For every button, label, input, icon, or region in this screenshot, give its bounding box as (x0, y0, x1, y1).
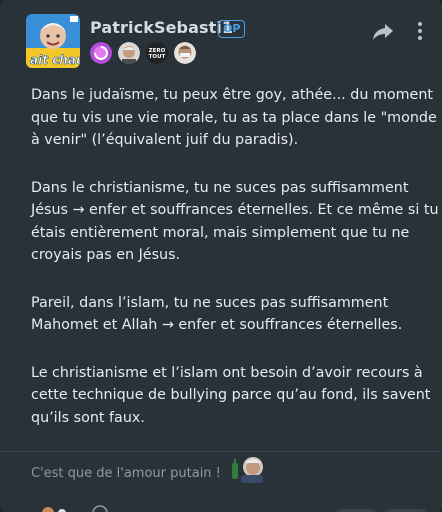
share-button[interactable] (370, 20, 396, 44)
more-options-button[interactable] (414, 20, 426, 42)
kebab-menu-icon (418, 22, 422, 40)
old-man-sticker-icon (229, 455, 265, 483)
avatar[interactable]: ait chaud (26, 14, 80, 68)
post-paragraph: Le christianisme et l’islam ont besoin d… (31, 364, 431, 426)
post-body: Dans le judaïsme, tu peux être goy, athé… (31, 84, 441, 454)
svg-text:TOUT: TOUT (149, 54, 166, 60)
face-flair-icon (118, 42, 140, 64)
mask-flair-icon (174, 42, 196, 64)
divider (0, 451, 442, 452)
post-card: ait chaud PatrickSebasti1 OP Z (0, 0, 442, 512)
avatar-patrick-chaud-icon: ait chaud (26, 14, 80, 68)
pink-swirl-flair-icon (90, 42, 112, 64)
reply-preview[interactable]: C'est que de l'amour putain ! (31, 466, 221, 481)
author-username[interactable]: PatrickSebasti1 (90, 18, 233, 37)
post-paragraph: Pareil, dans l’islam, tu ne suces pas su… (31, 294, 403, 334)
share-arrow-icon (373, 24, 393, 40)
bottom-action-bar (0, 498, 442, 512)
zero-tout-flair-icon: ZERO TOUT (146, 42, 168, 64)
post-paragraph: Dans le judaïsme, tu peux être goy, athé… (31, 87, 437, 148)
op-badge: OP (218, 20, 246, 38)
content-fade (0, 430, 442, 458)
post-paragraph: Dans le christianisme, tu ne suces pas s… (31, 179, 439, 264)
svg-text:ait chaud: ait chaud (30, 53, 80, 67)
